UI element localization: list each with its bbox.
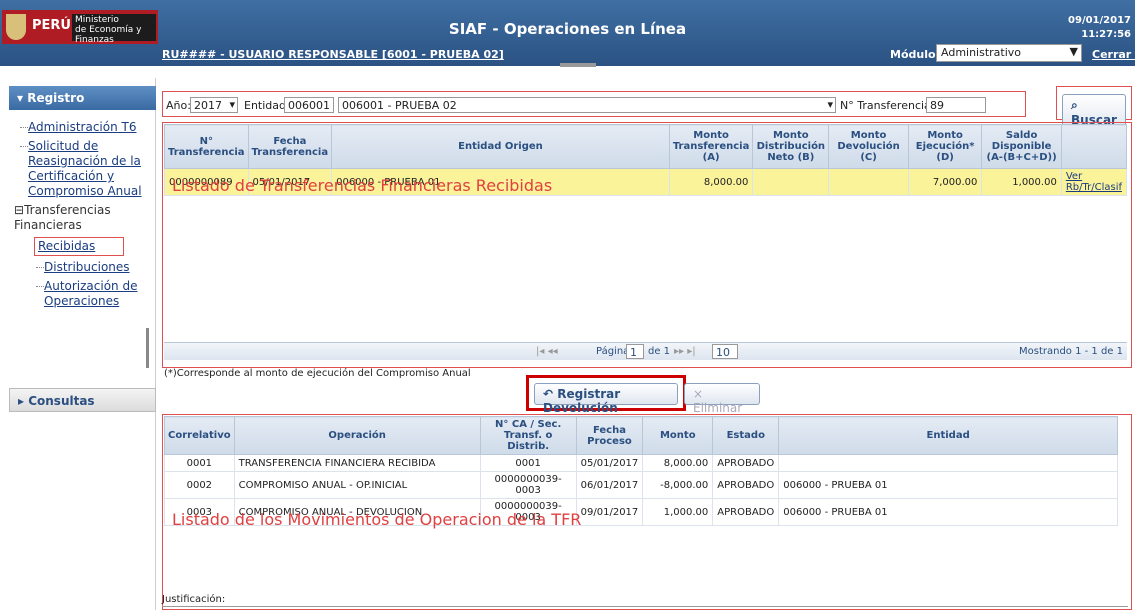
app-header: PERÚ Ministerio de Economía y Finanzas SI… — [0, 0, 1135, 67]
pager-input[interactable]: 1 — [626, 344, 644, 359]
pager-first-icon[interactable]: |◂ ◂◂ — [536, 346, 558, 357]
module-label: Módulo: — [890, 48, 940, 61]
sidebar-scrollbar[interactable] — [146, 328, 149, 368]
chevron-down-icon: ▾ — [229, 98, 235, 111]
sidebar: ▾ Registro Administración T6 Solicitud d… — [0, 78, 156, 610]
chevron-down-icon: ▼ — [1069, 45, 1078, 58]
eliminar-button[interactable]: × Eliminar — [684, 383, 760, 415]
entidad-label: Entidad: — [244, 99, 290, 112]
transfers-annotation: Listado de Transferencias Financieras Re… — [172, 176, 553, 195]
footnote: (*)Corresponde al monto de ejecución del… — [164, 368, 471, 379]
pager-size-select[interactable]: 10 — [712, 344, 738, 359]
pager-info: Mostrando 1 - 1 de 1 — [1018, 346, 1123, 357]
module-select[interactable]: Administrativo ▼ — [936, 44, 1082, 62]
collapse-icon[interactable]: ⊟ — [14, 203, 24, 217]
nav-tree: Administración T6 Solicitud de Reasignac… — [14, 120, 146, 309]
splitter-handle[interactable] — [560, 63, 596, 67]
chevron-down-icon: ▾ — [827, 98, 833, 111]
transferencia-input[interactable]: 89 — [926, 97, 986, 113]
justificacion-field[interactable] — [162, 606, 1128, 610]
movements-annotation: Listado de los Movimientos de Operacion … — [172, 510, 582, 529]
sidebar-section-registro[interactable]: ▾ Registro — [9, 86, 156, 110]
table-row[interactable]: 0001 TRANSFERENCIA FINANCIERA RECIBIDA 000… — [164, 454, 1118, 472]
datetime: 09/01/2017 11:27:56 — [1068, 15, 1131, 40]
search-icon: ⌕ — [1071, 98, 1078, 112]
close-icon: × — [693, 387, 704, 401]
transferencia-label: N° Transferencia: — [840, 99, 935, 112]
pager-next-icon[interactable]: ▸▸ ▸| — [674, 346, 696, 357]
main-panel: Año: 2017 ▾ Entidad: 006001 006001 - PRUE… — [160, 78, 1135, 610]
sidebar-item-reasignacion[interactable]: Solicitud de Reasignación de la Certific… — [28, 139, 142, 198]
entidad-code-input[interactable]: 006001 — [284, 97, 334, 113]
pager: |◂ ◂◂ Página 1 de 1 ▸▸ ▸| 10 Mostrando 1… — [164, 342, 1127, 360]
logout-link[interactable]: Cerrar sesión — [1092, 48, 1135, 61]
anio-select[interactable]: 2017 ▾ — [190, 97, 238, 113]
user-link[interactable]: RU#### - USUARIO RESPONSABLE [6001 - PRU… — [162, 48, 504, 61]
justificacion-label: Justificación: — [162, 594, 226, 605]
sidebar-item-autorizacion[interactable]: Autorización de Operaciones — [44, 279, 137, 308]
registrar-devolucion-button[interactable]: ↶ Registrar Devolución — [534, 383, 678, 415]
undo-icon: ↶ — [543, 387, 558, 401]
sidebar-section-consultas[interactable]: ▸ Consultas — [9, 388, 156, 412]
entidad-select[interactable]: 006001 - PRUEBA 02 ▾ — [338, 97, 836, 113]
table-row[interactable]: 0002 COMPROMISO ANUAL - OP.INICIAL 0000000… — [164, 471, 1118, 499]
sidebar-group-transferencias: Transferencias Financieras — [14, 203, 111, 232]
app-title: SIAF - Operaciones en Línea — [448, 20, 687, 38]
caret-right-icon: ▸ — [18, 394, 29, 408]
anio-label: Año: — [166, 99, 191, 112]
ver-clasif-link[interactable]: Ver Rb/Tr/Clasif — [1066, 171, 1122, 193]
caret-down-icon: ▾ — [17, 91, 28, 105]
sidebar-item-distribuciones[interactable]: Distribuciones — [44, 260, 130, 274]
sidebar-item-recibidas[interactable]: Recibidas — [38, 239, 95, 253]
sidebar-item-administracion[interactable]: Administración T6 — [28, 120, 136, 134]
